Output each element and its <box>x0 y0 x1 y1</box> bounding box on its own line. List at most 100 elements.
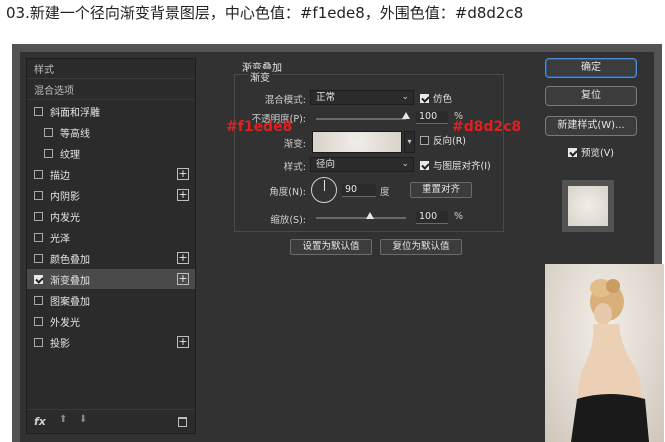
trash-icon[interactable] <box>178 417 187 427</box>
gradient-swatch[interactable] <box>312 131 402 153</box>
bevel-emboss-checkbox[interactable] <box>34 107 43 116</box>
dither-option[interactable]: 仿色 <box>420 91 452 105</box>
pattern-overlay-item[interactable]: 图案叠加 <box>27 290 195 310</box>
styles-list-panel: 样式 混合选项 斜面和浮雕 等高线 纹理 描边 + 内阴影 + 内发光 光泽 颜色叠… <box>26 58 196 434</box>
styles-header-label: 样式 <box>34 65 54 76</box>
bevel-emboss-item[interactable]: 斜面和浮雕 <box>27 101 195 121</box>
ok-button[interactable]: 确定 <box>545 58 637 78</box>
style-label: 样式: <box>283 162 306 173</box>
stroke-checkbox[interactable] <box>34 170 43 179</box>
gradient-label: 渐变: <box>283 139 306 150</box>
outer-glow-checkbox[interactable] <box>34 317 43 326</box>
inner-glow-label: 内发光 <box>50 213 80 224</box>
center-color-annotation: #f1ede8 <box>226 119 293 135</box>
satin-item[interactable]: 光泽 <box>27 227 195 247</box>
color-overlay-checkbox[interactable] <box>34 254 43 263</box>
inner-glow-item[interactable]: 内发光 <box>27 206 195 226</box>
layer-style-dialog: 样式 混合选项 斜面和浮雕 等高线 纹理 描边 + 内阴影 + 内发光 光泽 颜色叠… <box>12 44 664 442</box>
styles-header[interactable]: 样式 <box>27 59 195 79</box>
texture-label: 纹理 <box>60 150 80 161</box>
add-stroke-icon[interactable]: + <box>177 168 189 180</box>
add-drop-shadow-icon[interactable]: + <box>177 336 189 348</box>
pattern-overlay-label: 图案叠加 <box>50 297 90 308</box>
opacity-input[interactable]: 100 <box>416 111 448 124</box>
reset-default-button[interactable]: 复位为默认值 <box>380 239 462 255</box>
inner-shadow-label: 内阴影 <box>50 192 80 203</box>
inner-shadow-checkbox[interactable] <box>34 191 43 200</box>
contour-checkbox[interactable] <box>44 128 53 137</box>
inner-glow-checkbox[interactable] <box>34 212 43 221</box>
stroke-item[interactable]: 描边 + <box>27 164 195 184</box>
set-default-button[interactable]: 设置为默认值 <box>290 239 372 255</box>
style-select[interactable]: 径向 ⌄ <box>310 157 414 172</box>
dither-label: 仿色 <box>433 94 453 105</box>
align-label: 与图层对齐(I) <box>433 161 491 172</box>
align-with-layer-option[interactable]: 与图层对齐(I) <box>420 158 491 172</box>
chevron-down-icon: ⌄ <box>401 92 409 102</box>
scale-percent: % <box>454 211 464 222</box>
reset-button[interactable]: 复位 <box>545 86 637 106</box>
new-style-button[interactable]: 新建样式(W)... <box>545 116 637 136</box>
blend-mode-label: 混合模式: <box>264 95 306 106</box>
tutorial-caption: 03.新建一个径向渐变背景图层，中心色值：#f1ede8，外围色值：#d8d2c… <box>6 4 524 22</box>
sample-photo <box>545 264 664 442</box>
add-inner-shadow-icon[interactable]: + <box>177 189 189 201</box>
add-color-overlay-icon[interactable]: + <box>177 252 189 264</box>
color-overlay-item[interactable]: 颜色叠加 + <box>27 248 195 268</box>
angle-input[interactable]: 90 <box>342 184 376 197</box>
outer-glow-item[interactable]: 外发光 <box>27 311 195 331</box>
fx-icon[interactable]: fx <box>34 415 46 428</box>
drop-shadow-item[interactable]: 投影 + <box>27 332 195 352</box>
gradient-overlay-checkbox[interactable] <box>34 275 43 284</box>
scale-input[interactable]: 100 <box>416 211 448 224</box>
reverse-label: 反向(R) <box>433 136 467 147</box>
blending-options-label: 混合选项 <box>34 86 74 97</box>
add-gradient-overlay-icon[interactable]: + <box>177 273 189 285</box>
preview-checkbox[interactable] <box>568 147 577 157</box>
gradient-overlay-label: 渐变叠加 <box>50 276 90 287</box>
move-up-icon[interactable]: ⬆ <box>59 414 67 425</box>
styles-footer: fx ⬆ ⬇ <box>27 409 195 433</box>
move-down-icon[interactable]: ⬇ <box>79 414 87 425</box>
gradient-dropdown-icon[interactable]: ▾ <box>404 131 415 153</box>
opacity-slider-thumb[interactable] <box>402 112 410 119</box>
satin-label: 光泽 <box>50 234 70 245</box>
bevel-emboss-label: 斜面和浮雕 <box>50 108 100 119</box>
align-checkbox[interactable] <box>420 160 429 170</box>
reverse-checkbox[interactable] <box>420 135 429 145</box>
blending-options-item[interactable]: 混合选项 <box>27 80 195 100</box>
contour-item[interactable]: 等高线 <box>27 122 195 142</box>
outer-glow-label: 外发光 <box>50 318 80 329</box>
preview-swatch <box>568 186 608 226</box>
dither-checkbox[interactable] <box>420 93 429 103</box>
texture-item[interactable]: 纹理 <box>27 143 195 163</box>
satin-checkbox[interactable] <box>34 233 43 242</box>
scale-slider-track[interactable] <box>316 217 406 219</box>
reverse-option[interactable]: 反向(R) <box>420 133 466 147</box>
contour-label: 等高线 <box>60 129 90 140</box>
chevron-down-icon: ⌄ <box>401 159 409 169</box>
drop-shadow-checkbox[interactable] <box>34 338 43 347</box>
style-value: 径向 <box>316 159 336 170</box>
scale-slider-thumb[interactable] <box>366 212 374 219</box>
reset-align-button[interactable]: 重置对齐 <box>410 182 472 198</box>
scale-label: 缩放(S): <box>270 215 306 226</box>
preview-option[interactable]: 预览(V) <box>568 145 614 159</box>
inner-shadow-item[interactable]: 内阴影 + <box>27 185 195 205</box>
preview-label: 预览(V) <box>581 148 614 159</box>
angle-dial[interactable] <box>311 177 337 203</box>
gradient-overlay-item[interactable]: 渐变叠加 + <box>27 269 195 289</box>
opacity-slider-track[interactable] <box>316 118 406 120</box>
drop-shadow-label: 投影 <box>50 339 70 350</box>
group-title: 渐变 <box>248 69 272 84</box>
blend-mode-value: 正常 <box>316 92 336 103</box>
color-overlay-label: 颜色叠加 <box>50 255 90 266</box>
blend-mode-select[interactable]: 正常 ⌄ <box>310 90 414 105</box>
angle-unit: 度 <box>380 187 390 198</box>
pattern-overlay-checkbox[interactable] <box>34 296 43 305</box>
woman-portrait-image <box>571 279 649 442</box>
angle-label: 角度(N): <box>269 187 306 198</box>
texture-checkbox[interactable] <box>44 149 53 158</box>
dialog-body: 样式 混合选项 斜面和浮雕 等高线 纹理 描边 + 内阴影 + 内发光 光泽 颜色叠… <box>20 52 664 442</box>
outer-color-annotation: #d8d2c8 <box>452 119 522 135</box>
